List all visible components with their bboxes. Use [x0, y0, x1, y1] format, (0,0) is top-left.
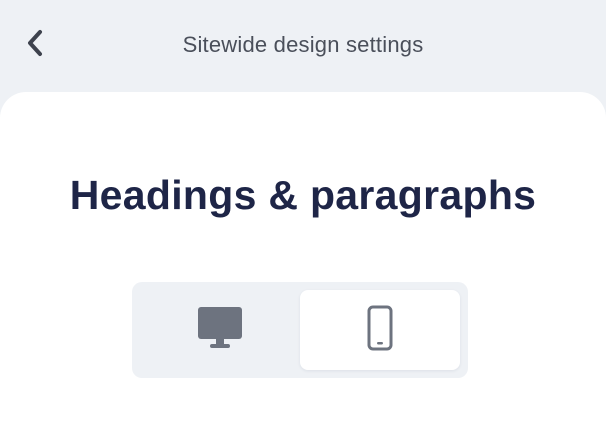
mobile-icon [367, 305, 393, 356]
desktop-view-button[interactable] [140, 290, 300, 370]
mobile-view-button[interactable] [300, 290, 460, 370]
desktop-icon [197, 306, 243, 355]
chevron-left-icon [26, 29, 44, 62]
settings-panel: Headings & paragraphs [0, 92, 606, 432]
page-title: Sitewide design settings [182, 32, 424, 57]
section-heading: Headings & paragraphs [69, 172, 537, 218]
top-bar: Sitewide design settings [0, 0, 606, 92]
back-button[interactable] [18, 26, 52, 64]
device-toggle [132, 282, 468, 378]
